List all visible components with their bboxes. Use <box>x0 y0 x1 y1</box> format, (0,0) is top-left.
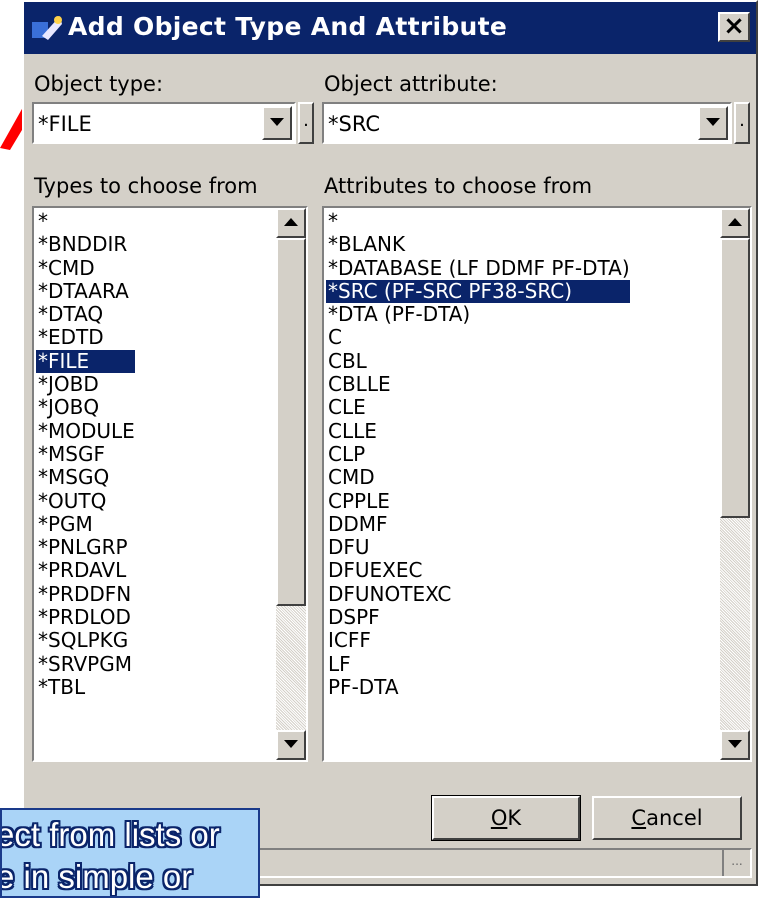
list-item[interactable]: *PNLGRP <box>36 535 135 559</box>
types-scrollbar[interactable] <box>276 208 306 760</box>
dialog-title: Add Object Type And Attribute <box>68 12 508 41</box>
arrow-up-icon <box>728 218 742 226</box>
chevron-down-icon <box>706 118 720 126</box>
list-item[interactable]: *MODULE <box>36 419 135 443</box>
callout-line-1: ect from lists or <box>0 816 220 853</box>
object-type-value: *FILE <box>38 112 92 136</box>
list-item[interactable]: CMD <box>326 465 630 489</box>
close-icon: × <box>723 11 745 41</box>
list-item[interactable]: *DTAQ <box>36 302 135 326</box>
attributes-scrollbar[interactable] <box>720 208 750 760</box>
attributes-listbox[interactable]: * *BLANK *DATABASE (LF DDMF PF-DTA) *SRC (P… <box>322 206 752 762</box>
list-item[interactable]: *JOBD <box>36 372 135 396</box>
list-item[interactable]: *BLANK <box>326 232 630 256</box>
list-item[interactable]: CLP <box>326 442 630 466</box>
ok-label-rest: K <box>507 806 522 830</box>
list-item[interactable]: CBLLE <box>326 372 630 396</box>
list-item[interactable]: *BNDDIR <box>36 232 135 256</box>
object-attribute-label: Object attribute: <box>324 72 498 96</box>
object-type-combo[interactable]: *FILE <box>32 102 296 144</box>
types-scroll-up-button[interactable] <box>276 208 306 238</box>
list-item[interactable]: CPPLE <box>326 489 630 513</box>
list-item[interactable]: DSPF <box>326 605 630 629</box>
ok-button[interactable]: OK <box>431 795 581 841</box>
list-item[interactable]: *PRDDFN <box>36 582 135 606</box>
ok-mnemonic: O <box>490 806 508 830</box>
list-item[interactable]: DFUEXEC <box>326 559 630 583</box>
object-attribute-combo[interactable]: *SRC <box>322 102 732 144</box>
app-icon <box>32 16 62 40</box>
list-item[interactable]: DDMF <box>326 512 630 536</box>
resize-grip[interactable]: ... <box>722 850 750 876</box>
list-item[interactable]: *MSGQ <box>36 465 135 489</box>
callout-line-2: e in simple or <box>0 858 193 895</box>
list-item[interactable]: *FILE <box>36 349 135 374</box>
list-item[interactable]: *TBL <box>36 675 135 699</box>
list-item[interactable]: *DTA (PF-DTA) <box>326 302 630 326</box>
object-type-extra-button[interactable]: . <box>298 102 314 144</box>
list-item[interactable]: *PRDAVL <box>36 559 135 583</box>
list-item[interactable]: PF-DTA <box>326 675 630 699</box>
list-item[interactable]: DFU <box>326 535 630 559</box>
list-item[interactable]: *SQLPKG <box>36 629 135 653</box>
object-type-dropdown-button[interactable] <box>262 106 292 140</box>
list-item[interactable]: *EDTD <box>36 326 135 350</box>
list-item[interactable]: *SRC (PF-SRC PF38-SRC) <box>326 279 630 304</box>
attributes-scroll-up-button[interactable] <box>720 208 750 238</box>
cancel-button[interactable]: Cancel <box>592 796 742 840</box>
attributes-list-label: Attributes to choose from <box>324 174 593 198</box>
cancel-label-rest: ancel <box>646 806 703 830</box>
attributes-list-items: * *BLANK *DATABASE (LF DDMF PF-DTA) *SRC (P… <box>326 209 630 699</box>
list-item[interactable]: CLE <box>326 396 630 420</box>
list-item[interactable]: *PGM <box>36 512 135 536</box>
object-attribute-value: *SRC <box>328 112 381 136</box>
list-item[interactable]: ICFF <box>326 629 630 653</box>
title-bar[interactable]: Add Object Type And Attribute × <box>24 2 756 54</box>
arrow-down-icon <box>284 740 298 748</box>
arrow-down-icon <box>728 740 742 748</box>
list-item[interactable]: DFUNOTEXC <box>326 582 630 606</box>
list-item[interactable]: *JOBQ <box>36 396 135 420</box>
list-item[interactable]: C <box>326 326 630 350</box>
list-item[interactable]: *PRDLOD <box>36 605 135 629</box>
types-scroll-down-button[interactable] <box>276 730 306 760</box>
callout-box: ect from lists or e in simple or <box>0 808 260 898</box>
list-item[interactable]: *SRVPGM <box>36 652 135 676</box>
add-object-type-dialog: Add Object Type And Attribute × Object t… <box>22 0 758 886</box>
list-item[interactable]: * <box>36 209 135 233</box>
list-item[interactable]: CBL <box>326 349 630 373</box>
types-listbox[interactable]: * *BNDDIR *CMD *DTAARA *DTAQ *EDTD *FILE *JOBD *… <box>32 206 308 762</box>
types-list-items: * *BNDDIR *CMD *DTAARA *DTAQ *EDTD *FILE *JOBD *… <box>36 209 135 699</box>
list-item[interactable]: * <box>326 209 630 233</box>
types-scroll-thumb[interactable] <box>276 238 306 606</box>
list-item[interactable]: *CMD <box>36 256 135 280</box>
object-type-label: Object type: <box>34 72 164 96</box>
list-item[interactable]: *MSGF <box>36 442 135 466</box>
list-item[interactable]: *OUTQ <box>36 489 135 513</box>
close-button[interactable]: × <box>718 12 750 42</box>
attributes-scroll-down-button[interactable] <box>720 730 750 760</box>
object-attribute-extra-button[interactable]: . <box>734 102 750 144</box>
arrow-up-icon <box>284 218 298 226</box>
list-item[interactable]: *DTAARA <box>36 279 135 303</box>
attributes-scroll-thumb[interactable] <box>720 238 750 518</box>
list-item[interactable]: CLLE <box>326 419 630 443</box>
list-item[interactable]: LF <box>326 652 630 676</box>
list-item[interactable]: *DATABASE (LF DDMF PF-DTA) <box>326 256 630 280</box>
chevron-down-icon <box>270 118 284 126</box>
types-list-label: Types to choose from <box>34 174 258 198</box>
object-attribute-dropdown-button[interactable] <box>698 106 728 140</box>
cancel-mnemonic: C <box>631 806 647 830</box>
